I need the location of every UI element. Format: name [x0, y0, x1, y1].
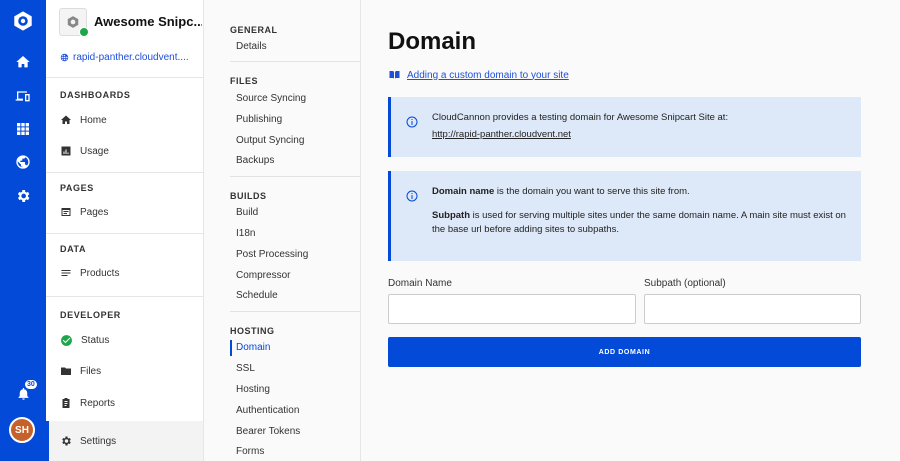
chart-icon — [61, 146, 71, 156]
info-text: CloudCannon provides a testing domain fo… — [432, 111, 852, 142]
home-icon — [61, 115, 71, 124]
settings-item-compressor[interactable]: Compressor — [236, 268, 290, 284]
settings-item-authentication[interactable]: Authentication — [236, 403, 299, 419]
settings-group-title: FILES — [230, 76, 259, 86]
active-indicator — [230, 340, 232, 356]
book-icon — [389, 71, 400, 79]
site-status-check-icon — [79, 27, 89, 37]
cloudcannon-logo-icon[interactable] — [8, 6, 38, 36]
sidebar-item-usage[interactable]: Usage — [46, 137, 203, 165]
settings-item-i18n[interactable]: I18n — [236, 226, 255, 242]
section-title-developer: DEVELOPER — [60, 310, 121, 320]
sidebar-item-label: Home — [80, 114, 107, 126]
sidebar-item-label: Settings — [80, 435, 117, 447]
settings-item-forms[interactable]: Forms — [236, 444, 264, 460]
info-description: CloudCannon provides a testing domain fo… — [432, 112, 729, 123]
term-subpath-desc: is used for serving multiple sites under… — [432, 210, 846, 235]
sidebar-item-label: Pages — [80, 206, 109, 218]
section-title-dashboards: DASHBOARDS — [60, 90, 131, 100]
settings-nav: GENERAL Details FILES Source Syncing Pub… — [204, 0, 361, 461]
subpath-input[interactable] — [644, 294, 861, 324]
devices-icon[interactable] — [8, 81, 38, 111]
sidebar-item-home[interactable]: Home — [46, 106, 203, 134]
section-title-pages: PAGES — [60, 183, 94, 193]
sidebar-item-label: Products — [80, 267, 120, 279]
divider — [230, 61, 360, 62]
help-link[interactable]: Adding a custom domain to your site — [388, 69, 569, 81]
sidebar-item-label: Reports — [80, 397, 116, 409]
notifications-button[interactable]: 30 — [8, 378, 38, 408]
sidebar-item-label: Files — [80, 365, 102, 377]
domain-name-label: Domain Name — [388, 278, 452, 289]
main-content: Domain Adding a custom domain to your si… — [362, 0, 900, 461]
sidebar-item-settings[interactable]: Settings — [46, 421, 203, 461]
check-circle-icon — [61, 334, 72, 346]
gear-icon — [62, 436, 71, 446]
settings-item-backups[interactable]: Backups — [236, 153, 274, 169]
info-icon — [406, 189, 418, 202]
testing-domain-link[interactable]: http://rapid-panther.cloudvent.net — [432, 129, 571, 140]
divider — [46, 296, 203, 297]
section-title-data: DATA — [60, 244, 87, 254]
sidebar-item-status[interactable]: Status — [46, 326, 203, 354]
list-icon — [61, 270, 71, 276]
notification-badge: 30 — [25, 380, 37, 389]
divider — [230, 311, 360, 312]
settings-item-hosting[interactable]: Hosting — [236, 382, 270, 398]
home-icon[interactable] — [8, 47, 38, 77]
site-name[interactable]: Awesome Snipc... — [94, 14, 202, 29]
divider — [46, 172, 203, 173]
settings-item-publishing[interactable]: Publishing — [236, 112, 282, 128]
sidebar-item-reports[interactable]: Reports — [46, 389, 203, 417]
page-title: Domain — [388, 28, 477, 55]
settings-item-ssl[interactable]: SSL — [236, 361, 255, 377]
app-rail: 30 SH — [0, 0, 46, 461]
settings-item-output-syncing[interactable]: Output Syncing — [236, 133, 304, 149]
add-domain-button[interactable]: ADD DOMAIN — [388, 337, 861, 367]
sidebar-item-label: Usage — [80, 145, 109, 157]
settings-item-schedule[interactable]: Schedule — [236, 288, 278, 304]
info-text: Domain name is the domain you want to se… — [432, 185, 850, 237]
settings-group-title: HOSTING — [230, 326, 275, 336]
site-url-text: rapid-panther.cloudvent.... — [73, 52, 189, 63]
settings-item-details[interactable]: Details — [236, 39, 267, 55]
settings-item-bearer-tokens[interactable]: Bearer Tokens — [236, 424, 300, 440]
subpath-label: Subpath (optional) — [644, 278, 726, 289]
globe-icon — [60, 53, 69, 62]
info-box-domain-help: Domain name is the domain you want to se… — [388, 171, 861, 261]
term-domain-name-desc: is the domain you want to serve this sit… — [494, 186, 690, 197]
apps-grid-icon[interactable] — [8, 114, 38, 144]
settings-item-domain[interactable]: Domain — [236, 340, 270, 356]
settings-group-title: BUILDS — [230, 191, 267, 201]
globe-icon[interactable] — [8, 147, 38, 177]
gear-icon[interactable] — [8, 181, 38, 211]
domain-name-input[interactable] — [388, 294, 636, 324]
info-icon — [406, 115, 418, 128]
settings-item-post-processing[interactable]: Post Processing — [236, 247, 308, 263]
info-box-testing-domain: CloudCannon provides a testing domain fo… — [388, 97, 861, 157]
divider — [230, 176, 360, 177]
sidebar-item-files[interactable]: Files — [46, 357, 203, 385]
folder-icon — [61, 367, 71, 375]
clipboard-icon — [62, 398, 70, 408]
settings-item-build[interactable]: Build — [236, 205, 258, 221]
pages-icon — [61, 208, 71, 216]
sidebar-item-label: Status — [81, 334, 110, 346]
term-domain-name: Domain name — [432, 186, 495, 197]
site-header: Awesome Snipc... rapid-panther.cloudvent… — [46, 0, 203, 78]
cloudcannon-logo-icon — [67, 16, 79, 28]
term-subpath: Subpath — [432, 210, 470, 221]
settings-item-source-syncing[interactable]: Source Syncing — [236, 91, 306, 107]
settings-group-title: GENERAL — [230, 25, 278, 35]
sidebar-item-pages[interactable]: Pages — [46, 198, 203, 226]
avatar[interactable]: SH — [9, 417, 35, 443]
site-sidebar: Awesome Snipc... rapid-panther.cloudvent… — [46, 0, 204, 461]
help-link-text: Adding a custom domain to your site — [407, 69, 569, 81]
divider — [46, 233, 203, 234]
sidebar-item-products[interactable]: Products — [46, 259, 203, 287]
site-url-link[interactable]: rapid-panther.cloudvent.... — [60, 52, 202, 63]
